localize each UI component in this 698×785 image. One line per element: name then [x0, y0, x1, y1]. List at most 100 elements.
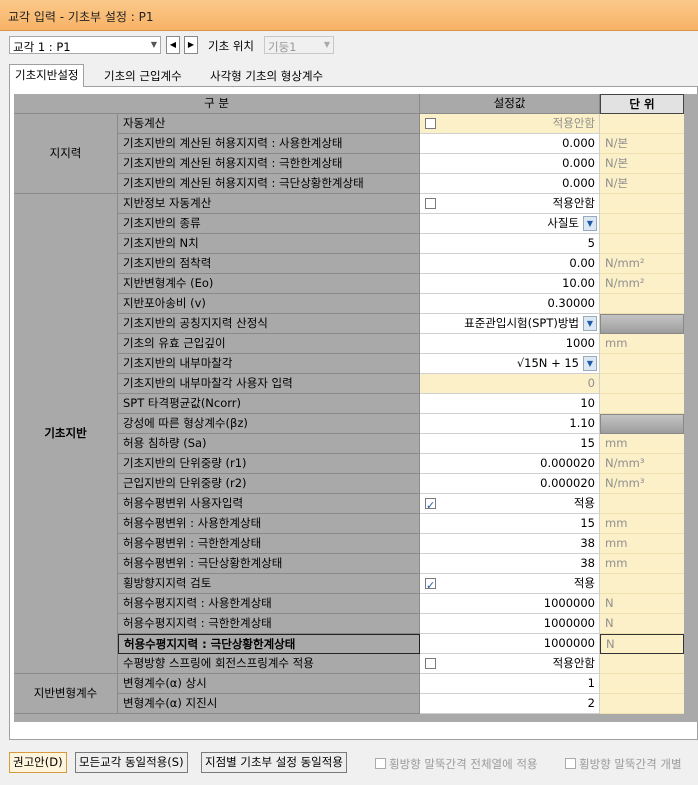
row-value[interactable]: 적용 [420, 494, 600, 514]
property-grid: 구 분 설정값 단 위 지지력 기초지반 지반변형계수 자동계산 적용안함 기초지반의 계산된 … [14, 94, 698, 722]
row-unit: N/mm³ [600, 474, 684, 494]
row-value[interactable]: 1000000 [420, 594, 600, 614]
row-unit: mm [600, 514, 684, 534]
pier-select-value: 교각 1 : P1 [13, 40, 71, 54]
group-label: 기초지반 [14, 194, 118, 674]
row-unit [600, 694, 684, 714]
row-value-text: 1.10 [569, 416, 595, 430]
row-label: 근입지반의 단위중량 (r2) [118, 474, 420, 494]
row-checkbox[interactable] [425, 496, 436, 513]
position-select[interactable]: 기둥1 ▼ [264, 36, 334, 54]
row-unit [600, 394, 684, 414]
row-value[interactable]: 적용안함 [420, 194, 600, 214]
row-value[interactable]: 5 [420, 234, 600, 254]
row-unit [600, 674, 684, 694]
row-value-text: 10 [580, 396, 595, 410]
bottom-bar: 권고안(D) 모든교각 동일적용(S) 지점별 기초부 설정 동일적용 횡방향 … [0, 750, 698, 780]
row-value-text: 15 [580, 516, 595, 530]
row-value-text: 0.000 [562, 136, 595, 150]
row-value[interactable]: 적용 [420, 574, 600, 594]
toolbar: 교각 1 : P1 ▼ ◀ ▶ 기초 위치 기둥1 ▼ [0, 31, 698, 59]
recommend-button[interactable]: 권고안(D) [9, 752, 67, 773]
row-unit: mm [600, 434, 684, 454]
row-label: 기초지반의 단위중량 (r1) [118, 454, 420, 474]
row-label: 기초지반의 공칭지지력 산정식 [118, 314, 420, 334]
chevron-down-icon: ▼ [150, 40, 157, 49]
next-button[interactable]: ▶ [184, 36, 198, 54]
row-value-text: 0.000020 [540, 476, 595, 490]
chevron-down-icon[interactable]: ▼ [583, 216, 597, 231]
group-label: 지반변형계수 [14, 674, 118, 714]
row-value[interactable]: 0.00 [420, 254, 600, 274]
row-value[interactable]: 38 [420, 534, 600, 554]
row-label: SPT 타격평균값(Ncorr) [118, 394, 420, 414]
chevron-down-icon[interactable]: ▼ [583, 316, 597, 331]
row-value-text: 적용 [573, 496, 595, 510]
row-value[interactable]: 2 [420, 694, 600, 714]
row-value[interactable]: 15 [420, 434, 600, 454]
row-unit: N/본 [600, 154, 684, 174]
tab-panel: 구 분 설정값 단 위 지지력 기초지반 지반변형계수 자동계산 적용안함 기초지반의 계산된 … [9, 86, 698, 740]
header-value: 설정값 [420, 94, 600, 114]
row-label: 변형계수(α) 지진시 [118, 694, 420, 714]
row-unit: N/mm² [600, 274, 684, 294]
row-checkbox[interactable] [425, 198, 436, 209]
row-unit [600, 374, 684, 394]
row-value[interactable]: 0 [420, 374, 600, 394]
row-value[interactable]: 0.000020 [420, 454, 600, 474]
row-value[interactable]: 1 [420, 674, 600, 694]
pile-spacing-all-check[interactable]: 횡방향 말뚝간격 전체열에 적용 [375, 756, 538, 772]
row-unit [600, 414, 684, 434]
row-label: 허용수평지지력 : 극단상황한계상태 [118, 634, 420, 654]
prev-button[interactable]: ◀ [166, 36, 180, 54]
tab-embedment-coefficient[interactable]: 기초의 근입계수 [99, 66, 187, 86]
pile-spacing-individual-check[interactable]: 횡방향 말뚝간격 개별 [565, 756, 682, 772]
row-label: 강성에 따른 형상계수(βz) [118, 414, 420, 434]
row-checkbox[interactable] [425, 118, 436, 129]
row-label: 기초지반의 점착력 [118, 254, 420, 274]
row-value[interactable]: 적용안함 [420, 114, 600, 134]
row-value[interactable]: 적용안함 [420, 654, 600, 674]
row-value-text: 1000 [565, 336, 595, 350]
row-value[interactable]: 1000 [420, 334, 600, 354]
tab-foundation-ground[interactable]: 기초지반설정 [9, 64, 85, 87]
row-value[interactable]: 10 [420, 394, 600, 414]
chevron-down-icon[interactable]: ▼ [583, 356, 597, 371]
row-value[interactable]: 사질토 ▼ [420, 214, 600, 234]
row-checkbox[interactable] [425, 658, 436, 669]
header-unit: 단 위 [600, 94, 684, 114]
row-value-text: 적용안함 [552, 656, 595, 670]
row-value[interactable]: 0.000 [420, 154, 600, 174]
apply-all-piers-button[interactable]: 모든교각 동일적용(S) [75, 752, 188, 773]
row-value-text: 1 [587, 676, 595, 690]
row-unit: N [600, 634, 684, 654]
row-value[interactable]: 표준관입시험(SPT)방법 ▼ [420, 314, 600, 334]
row-value-text: 0 [587, 376, 595, 390]
row-value[interactable]: 1000000 [420, 634, 600, 654]
row-value[interactable]: √15N + 15 ▼ [420, 354, 600, 374]
position-select-value: 기둥1 [268, 40, 297, 54]
row-value[interactable]: 0.000020 [420, 474, 600, 494]
apply-all-supports-button[interactable]: 지점별 기초부 설정 동일적용 [201, 752, 347, 773]
row-value[interactable]: 1000000 [420, 614, 600, 634]
row-value-text: 5 [587, 236, 595, 250]
row-unit [600, 234, 684, 254]
row-value-text: 38 [580, 536, 595, 550]
row-unit: N [600, 594, 684, 614]
row-value[interactable]: 15 [420, 514, 600, 534]
row-unit [600, 214, 684, 234]
row-unit [600, 194, 684, 214]
row-value[interactable]: 10.00 [420, 274, 600, 294]
row-value[interactable]: 0.000 [420, 174, 600, 194]
row-value[interactable]: 38 [420, 554, 600, 574]
row-label: 기초지반의 종류 [118, 214, 420, 234]
row-unit: N/본 [600, 174, 684, 194]
row-value[interactable]: 1.10 [420, 414, 600, 434]
row-value[interactable]: 0.30000 [420, 294, 600, 314]
pier-select[interactable]: 교각 1 : P1 ▼ [9, 36, 161, 54]
row-value[interactable]: 0.000 [420, 134, 600, 154]
row-unit: N/mm² [600, 254, 684, 274]
tab-shape-coefficient[interactable]: 사각형 기초의 형상계수 [205, 66, 328, 86]
row-label: 변형계수(α) 상시 [118, 674, 420, 694]
row-checkbox[interactable] [425, 576, 436, 593]
